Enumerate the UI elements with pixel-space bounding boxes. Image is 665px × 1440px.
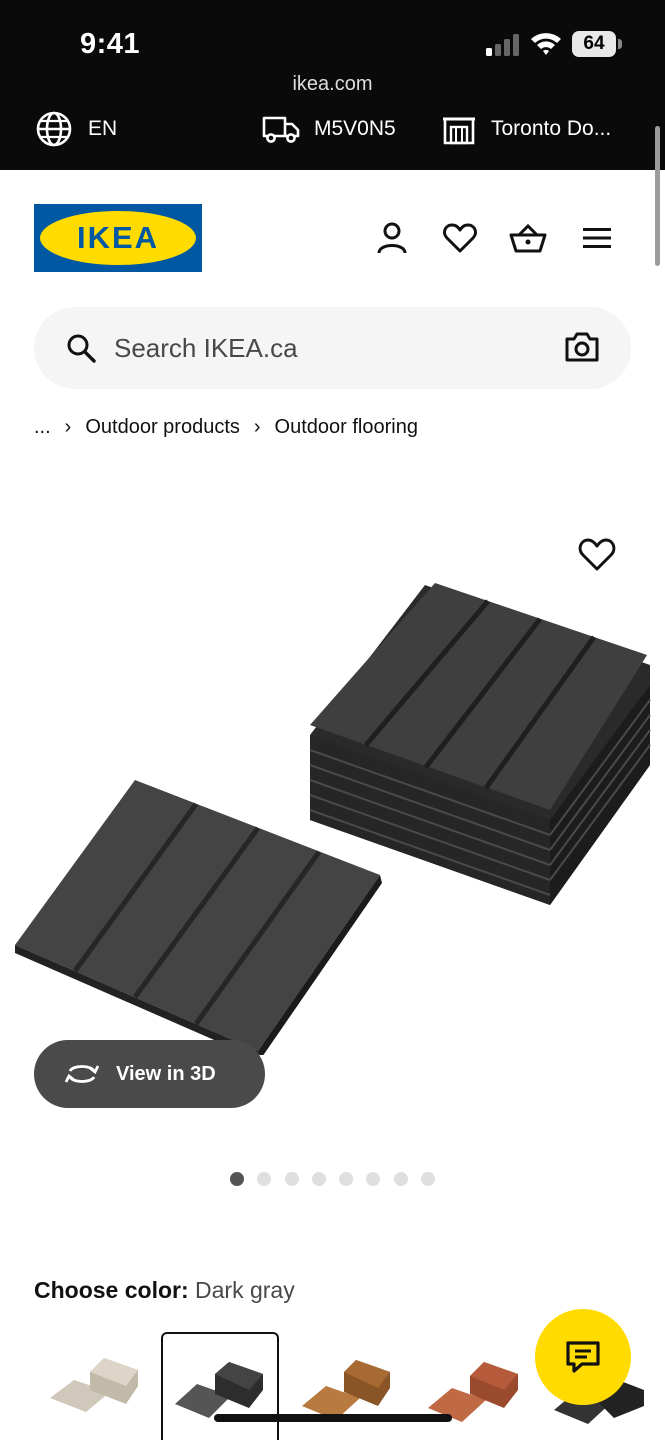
hamburger-menu-icon [583, 228, 611, 248]
postal-code-label: M5V0N5 [314, 117, 396, 140]
account-button[interactable] [372, 218, 412, 258]
logo-wordmark: IKEA [77, 220, 159, 255]
search-icon [67, 334, 96, 363]
ikea-logo[interactable]: IKEA [34, 204, 202, 272]
wifi-icon [531, 33, 561, 55]
carousel-dot[interactable] [284, 1172, 299, 1186]
breadcrumb: ... › Outdoor products › Outdoor floorin… [34, 416, 418, 439]
color-swatch-red-brown[interactable] [424, 1332, 542, 1440]
address-bar-url[interactable]: ikea.com [0, 73, 665, 96]
status-bar: 9:41 64 ikea.com EN M5V0N5 Toronto Do... [0, 0, 665, 170]
carousel-dot[interactable] [366, 1172, 381, 1186]
user-icon [377, 222, 407, 254]
search-bar[interactable] [34, 307, 631, 389]
language-selector[interactable]: EN [36, 110, 117, 148]
menu-button[interactable] [577, 218, 617, 258]
carousel-dot[interactable] [230, 1172, 244, 1186]
save-to-favorites-icon[interactable] [578, 537, 616, 573]
color-swatch-dark-gray[interactable] [161, 1332, 279, 1440]
product-image[interactable] [10, 575, 655, 1055]
carousel-dot[interactable] [339, 1172, 354, 1186]
breadcrumb-ellipsis[interactable]: ... [34, 416, 51, 439]
image-carousel-indicator [230, 1172, 448, 1186]
globe-icon [36, 111, 72, 147]
breadcrumb-item-outdoor-products[interactable]: Outdoor products [85, 416, 240, 439]
delivery-truck-icon [262, 116, 300, 143]
carousel-dot[interactable] [311, 1172, 326, 1186]
cart-button[interactable] [508, 218, 548, 258]
store-icon [443, 117, 475, 145]
store-label: Toronto Do... [491, 117, 612, 140]
postal-code-selector[interactable]: M5V0N5 [262, 110, 396, 148]
carousel-dot[interactable] [421, 1172, 436, 1186]
color-chooser-label: Choose color: [34, 1277, 189, 1303]
carousel-dot[interactable] [257, 1172, 272, 1186]
color-swatch-beige[interactable] [40, 1332, 158, 1440]
rotate-3d-icon [64, 1065, 100, 1083]
shopping-basket-icon [509, 223, 547, 253]
carousel-dot[interactable] [393, 1172, 408, 1186]
status-time: 9:41 [80, 28, 141, 60]
chat-button[interactable] [535, 1309, 631, 1405]
battery-level: 64 [572, 31, 616, 57]
color-chooser-heading: Choose color: Dark gray [34, 1277, 295, 1304]
store-selector[interactable]: Toronto Do... [441, 110, 611, 148]
selected-color: Dark gray [195, 1277, 295, 1303]
search-input[interactable] [114, 325, 534, 371]
color-swatch-brown[interactable] [296, 1332, 414, 1440]
camera-search-icon[interactable] [564, 331, 600, 363]
chevron-right-icon: › [64, 416, 72, 438]
language-label: EN [88, 117, 118, 140]
chat-bubble-icon [566, 1341, 600, 1373]
favorites-button[interactable] [440, 218, 480, 258]
view-in-3d-button[interactable]: View in 3D [34, 1040, 265, 1108]
chevron-right-icon: › [253, 416, 261, 438]
home-indicator[interactable] [214, 1414, 452, 1422]
heart-icon [443, 223, 477, 253]
view-in-3d-label: View in 3D [116, 1062, 216, 1085]
cellular-signal-icon [486, 34, 519, 56]
battery-icon: 64 [572, 31, 622, 57]
page-scrollbar[interactable] [655, 126, 660, 266]
breadcrumb-item-outdoor-flooring[interactable]: Outdoor flooring [275, 416, 418, 439]
